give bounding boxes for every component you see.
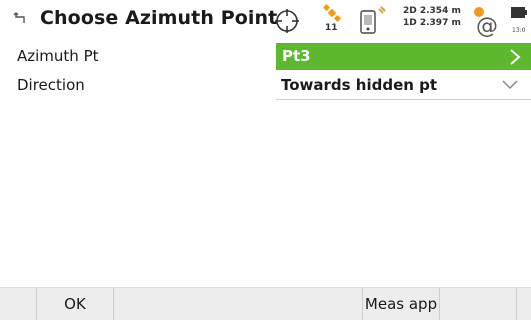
- title-bar: Choose Azimuth Point 11 2D 2.354 m 1D 2.…: [0, 0, 531, 42]
- azimuth-point-value: Pt3: [282, 47, 311, 65]
- chevron-right-icon: [510, 49, 521, 65]
- direction-value: Towards hidden pt: [281, 76, 438, 94]
- chevron-down-icon: [502, 80, 518, 90]
- device-icon[interactable]: [357, 5, 387, 37]
- distance-2d: 2D 2.354 m: [403, 6, 461, 16]
- svg-text:@: @: [476, 14, 498, 37]
- at-icon[interactable]: @: [471, 3, 501, 39]
- satellite-icon: [322, 3, 342, 23]
- softkey-bar: OK Meas app: [0, 287, 531, 320]
- softkey-empty-4[interactable]: [517, 288, 531, 320]
- battery-icon[interactable]: 13:0: [509, 3, 531, 37]
- direction-label: Direction: [17, 76, 85, 94]
- distance-1d: 1D 2.397 m: [403, 18, 461, 28]
- direction-select[interactable]: Towards hidden pt: [276, 72, 531, 100]
- softkey-empty-3[interactable]: [440, 288, 517, 320]
- distance-readout: 2D 2.354 m 1D 2.397 m: [403, 5, 461, 29]
- clock-text: 13:0: [512, 27, 526, 34]
- azimuth-point-field[interactable]: Pt3: [276, 43, 531, 70]
- direction-row: Direction Towards hidden pt: [0, 71, 531, 100]
- softkey-empty-1[interactable]: [0, 288, 37, 320]
- azimuth-row: Azimuth Pt Pt3: [0, 42, 531, 71]
- meas-app-button[interactable]: Meas app: [363, 288, 440, 320]
- softkey-empty-2[interactable]: [114, 288, 363, 320]
- back-icon[interactable]: [12, 10, 30, 28]
- ok-button[interactable]: OK: [37, 288, 114, 320]
- satellite-status[interactable]: 11: [322, 3, 345, 38]
- satellite-count: 11: [325, 23, 338, 33]
- azimuth-label: Azimuth Pt: [17, 47, 99, 65]
- page-title: Choose Azimuth Point: [40, 7, 278, 29]
- crosshair-icon[interactable]: [274, 8, 300, 34]
